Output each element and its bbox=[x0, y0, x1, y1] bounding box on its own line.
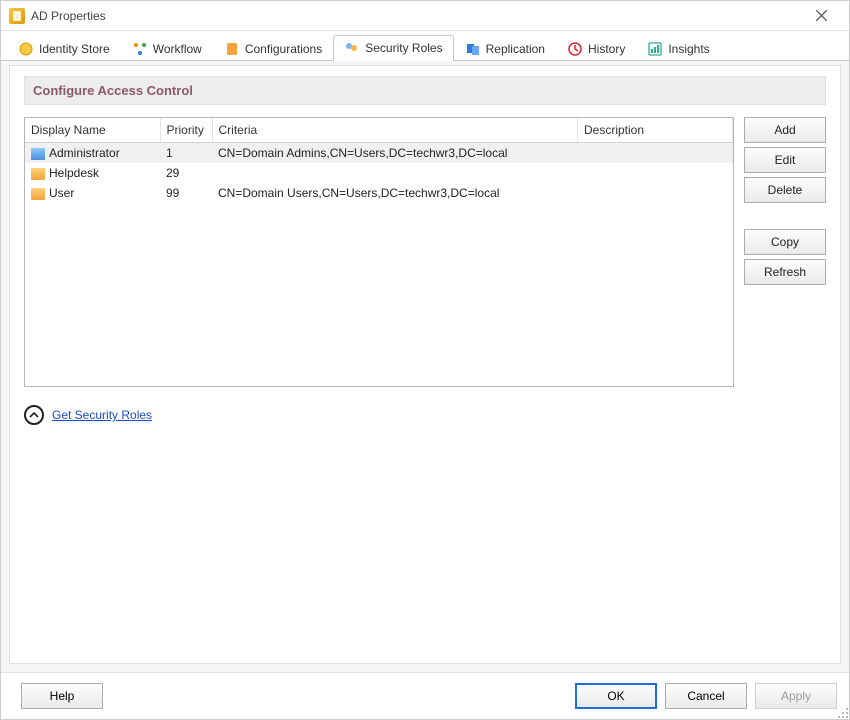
copy-button[interactable]: Copy bbox=[744, 229, 826, 255]
table-header-row: Display Name Priority Criteria Descripti… bbox=[25, 118, 733, 143]
role-icon bbox=[31, 148, 45, 160]
content-area: Configure Access Control Display Name Pr… bbox=[1, 61, 849, 672]
add-button[interactable]: Add bbox=[744, 117, 826, 143]
titlebar: AD Properties bbox=[1, 1, 849, 31]
tab-label: Identity Store bbox=[39, 42, 110, 56]
cell-criteria bbox=[212, 163, 578, 183]
apply-button: Apply bbox=[755, 683, 837, 709]
section-header: Configure Access Control bbox=[24, 76, 826, 105]
insights-icon bbox=[647, 41, 663, 57]
workflow-icon bbox=[132, 41, 148, 57]
refresh-button[interactable]: Refresh bbox=[744, 259, 826, 285]
cell-display-name: Administrator bbox=[49, 146, 120, 160]
tab-label: Workflow bbox=[153, 42, 202, 56]
cell-priority: 29 bbox=[160, 163, 212, 183]
role-icon bbox=[31, 168, 45, 180]
expand-toggle[interactable] bbox=[24, 405, 44, 425]
app-icon bbox=[9, 8, 25, 24]
tabstrip: Identity Store Workflow Configurations S… bbox=[1, 31, 849, 61]
chevron-up-icon bbox=[29, 410, 39, 420]
security-roles-icon bbox=[344, 40, 360, 56]
table-row[interactable]: Administrator 1 CN=Domain Admins,CN=User… bbox=[25, 143, 733, 164]
dialog-footer: Help OK Cancel Apply bbox=[1, 672, 849, 719]
cell-priority: 1 bbox=[160, 143, 212, 164]
get-security-roles-link[interactable]: Get Security Roles bbox=[52, 408, 152, 422]
roles-table-wrap: Display Name Priority Criteria Descripti… bbox=[24, 117, 734, 387]
close-button[interactable] bbox=[801, 2, 841, 30]
cancel-button[interactable]: Cancel bbox=[665, 683, 747, 709]
cell-display-name: User bbox=[49, 186, 74, 200]
tab-label: Replication bbox=[486, 42, 545, 56]
tab-label: Configurations bbox=[245, 42, 322, 56]
cell-description bbox=[578, 183, 733, 203]
roles-table[interactable]: Display Name Priority Criteria Descripti… bbox=[25, 118, 733, 203]
tab-workflow[interactable]: Workflow bbox=[121, 35, 213, 61]
cell-priority: 99 bbox=[160, 183, 212, 203]
tab-configurations[interactable]: Configurations bbox=[213, 35, 333, 61]
expand-link-row: Get Security Roles bbox=[24, 405, 826, 425]
cell-display-name: Helpdesk bbox=[49, 166, 99, 180]
tab-replication[interactable]: Replication bbox=[454, 35, 556, 61]
ok-button[interactable]: OK bbox=[575, 683, 657, 709]
tab-history[interactable]: History bbox=[556, 35, 636, 61]
col-description[interactable]: Description bbox=[578, 118, 733, 143]
tab-insights[interactable]: Insights bbox=[636, 35, 720, 61]
grid-area: Display Name Priority Criteria Descripti… bbox=[24, 117, 826, 387]
resize-grip[interactable] bbox=[836, 706, 848, 718]
cell-description bbox=[578, 143, 733, 164]
delete-button[interactable]: Delete bbox=[744, 177, 826, 203]
cell-criteria: CN=Domain Admins,CN=Users,DC=techwr3,DC=… bbox=[212, 143, 578, 164]
col-priority[interactable]: Priority bbox=[160, 118, 212, 143]
edit-button[interactable]: Edit bbox=[744, 147, 826, 173]
identity-store-icon bbox=[18, 41, 34, 57]
tab-label: Security Roles bbox=[365, 41, 442, 55]
col-display-name[interactable]: Display Name bbox=[25, 118, 160, 143]
tab-label: Insights bbox=[668, 42, 709, 56]
inner-panel: Configure Access Control Display Name Pr… bbox=[9, 65, 841, 664]
configurations-icon bbox=[224, 41, 240, 57]
close-icon bbox=[816, 10, 827, 21]
window-title: AD Properties bbox=[31, 9, 801, 23]
tab-label: History bbox=[588, 42, 625, 56]
cell-criteria: CN=Domain Users,CN=Users,DC=techwr3,DC=l… bbox=[212, 183, 578, 203]
tab-security-roles[interactable]: Security Roles bbox=[333, 35, 453, 61]
cell-description bbox=[578, 163, 733, 183]
table-row[interactable]: User 99 CN=Domain Users,CN=Users,DC=tech… bbox=[25, 183, 733, 203]
tab-identity-store[interactable]: Identity Store bbox=[7, 35, 121, 61]
side-buttons: Add Edit Delete Copy Refresh bbox=[744, 117, 826, 387]
table-row[interactable]: Helpdesk 29 bbox=[25, 163, 733, 183]
history-icon bbox=[567, 41, 583, 57]
col-criteria[interactable]: Criteria bbox=[212, 118, 578, 143]
help-button[interactable]: Help bbox=[21, 683, 103, 709]
role-icon bbox=[31, 188, 45, 200]
replication-icon bbox=[465, 41, 481, 57]
button-gap bbox=[744, 207, 826, 225]
